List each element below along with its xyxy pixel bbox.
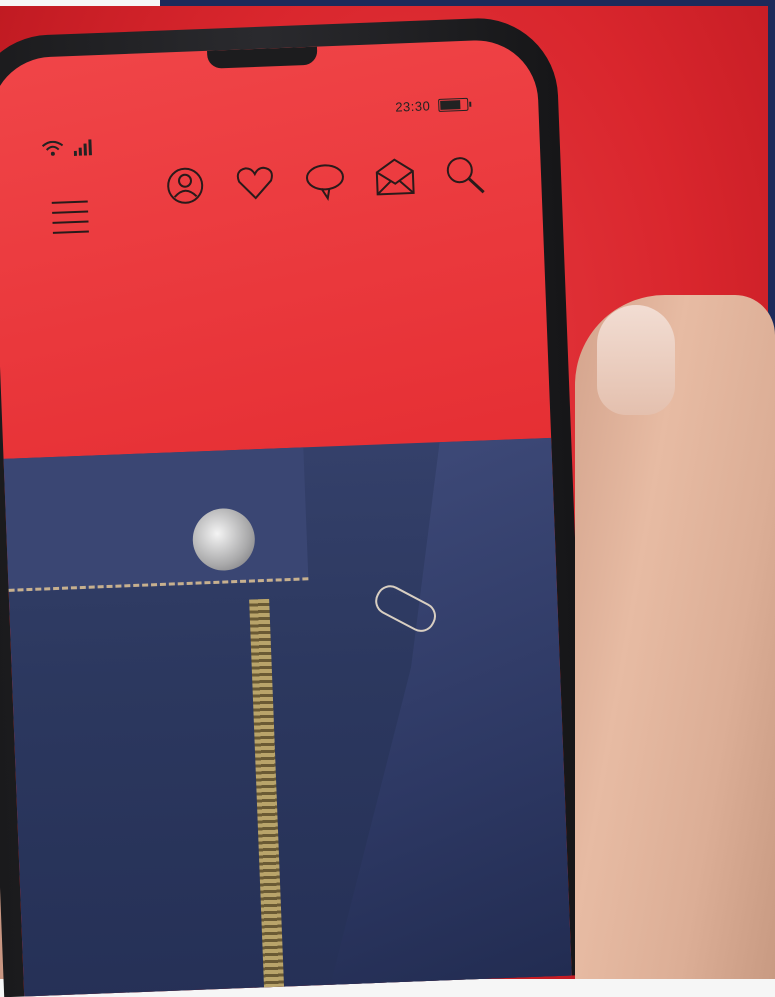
heart-icon[interactable] xyxy=(232,160,278,206)
status-time: 23:30 xyxy=(394,98,431,115)
wifi-icon xyxy=(41,140,64,156)
connectivity-indicators xyxy=(41,139,94,157)
search-icon[interactable] xyxy=(442,152,488,198)
hand-thumb xyxy=(575,295,775,979)
menu-icon[interactable] xyxy=(51,200,90,241)
signal-icon xyxy=(73,139,92,156)
status-bar: 23:30 xyxy=(395,97,469,115)
battery-icon xyxy=(438,97,469,112)
jeans-waistband xyxy=(3,447,309,592)
phone-screen: 23:30 xyxy=(0,38,572,997)
mail-icon[interactable] xyxy=(372,155,418,201)
battery-level-fill xyxy=(440,100,461,110)
smartphone: 23:30 xyxy=(0,15,592,997)
profile-icon[interactable] xyxy=(162,163,208,209)
zipper xyxy=(249,598,285,997)
thumbnail xyxy=(597,305,675,415)
app-toolbar xyxy=(162,152,487,208)
chat-bubble-icon[interactable] xyxy=(302,158,348,204)
phone-notch xyxy=(207,46,318,69)
jeans-open-fly-flap xyxy=(303,438,571,997)
photo-scene: 23:30 xyxy=(0,0,775,997)
denim-jeans-photo xyxy=(3,437,572,997)
